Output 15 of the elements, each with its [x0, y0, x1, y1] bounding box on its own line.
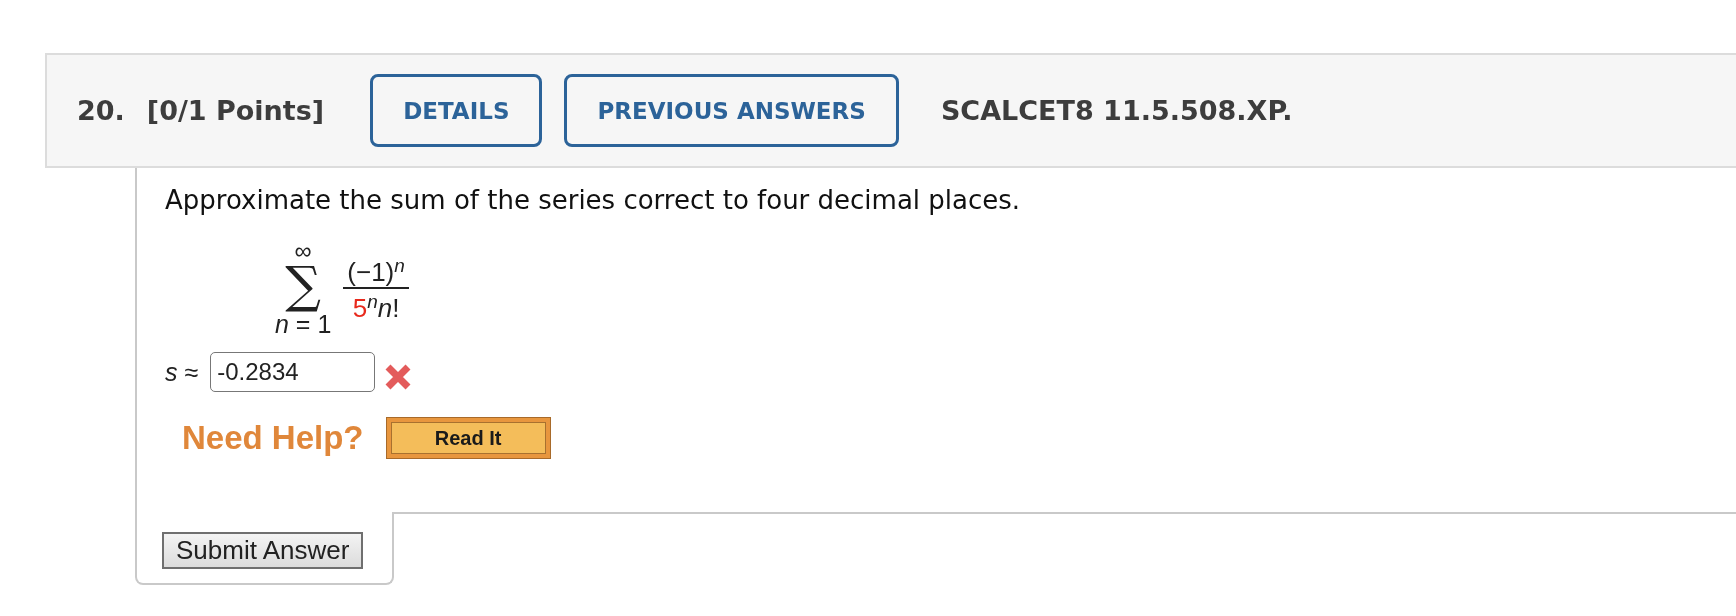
question-prompt: Approximate the sum of the series correct to four decimal places. — [165, 185, 1022, 215]
submit-answer-button[interactable]: Submit Answer — [162, 532, 364, 569]
details-button[interactable]: DETAILS — [370, 74, 543, 147]
points-label: [0/1 Points] — [146, 95, 325, 126]
read-it-button[interactable]: Read It — [385, 417, 551, 459]
question-number: 20. — [77, 95, 125, 126]
numerator: (−1)$^{n}$ — [346, 257, 406, 287]
answer-label: s ≈ — [165, 357, 199, 387]
upper-limit: ∞ — [294, 241, 312, 261]
answer-field[interactable]: -0.2834 — [210, 352, 376, 392]
denominator-term: $^{n}$n! — [367, 293, 400, 323]
need-help-label: Need Help? — [182, 419, 364, 457]
question-code: SCALCET8 11.5.508.XP. — [940, 95, 1293, 126]
denominator-coefficient: 5 — [352, 293, 368, 323]
previous-answers-button[interactable]: PREVIOUS ANSWERS — [564, 74, 899, 147]
